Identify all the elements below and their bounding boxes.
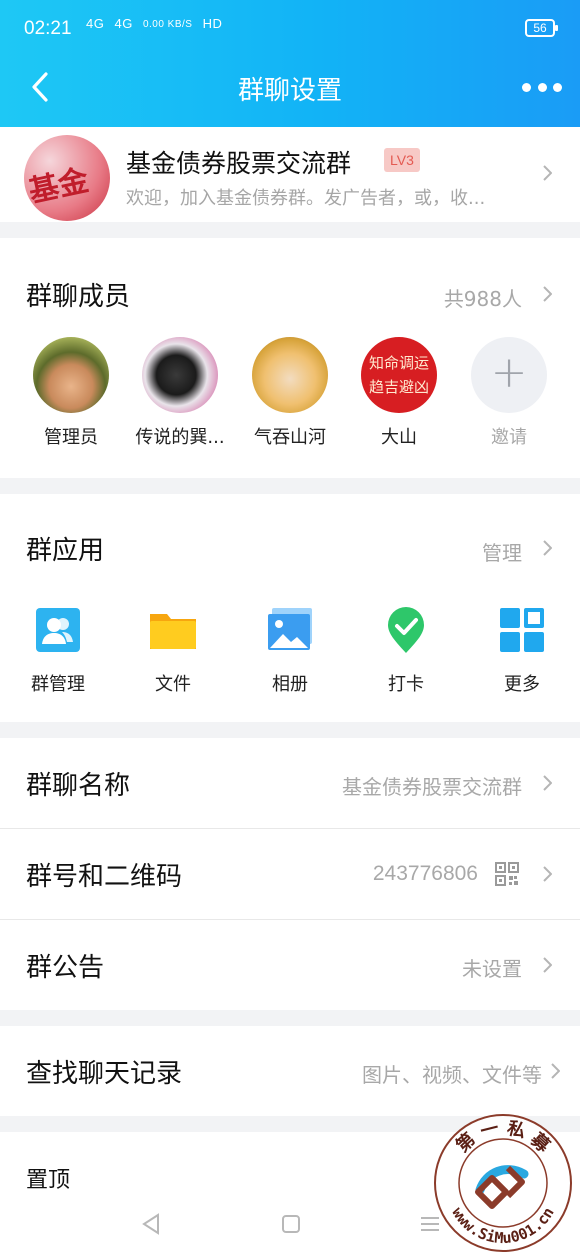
member-avatar [33, 337, 109, 413]
page-title: 群聊设置 [237, 76, 342, 106]
member-name: 管理员 [44, 427, 98, 448]
check-in-icon [382, 606, 430, 654]
row-value: 图片、视频、文件等 [362, 1063, 542, 1087]
group-manage-icon [34, 606, 82, 654]
app-label: 文件 [155, 674, 191, 695]
app-album[interactable]: 相册 [245, 606, 335, 696]
member-item[interactable]: 传说的巽... [130, 337, 230, 449]
app-label: 打卡 [388, 674, 424, 695]
chevron-right-icon[interactable] [542, 286, 552, 302]
chevron-right-icon [542, 165, 552, 181]
row-title: 群公告 [26, 953, 105, 983]
chevron-right-icon [542, 866, 552, 882]
row-title: 查找聊天记录 [26, 1059, 183, 1089]
members-count[interactable]: 共988人 [444, 283, 522, 312]
app-label: 群管理 [31, 674, 85, 695]
chevron-right-icon [542, 775, 552, 791]
more-button[interactable] [522, 80, 562, 94]
group-apps-section: 群应用 管理 群管理 文件 相册 打卡 更多 [0, 494, 580, 722]
more-dot-icon [522, 82, 531, 92]
member-avatar [142, 337, 218, 413]
network-indicators: 4G 4G 0.00 KB/S HD [86, 16, 228, 31]
watermark-logo: 第 一 私 募 www.SiMu001.cn [432, 1112, 574, 1254]
apps-title: 群应用 [26, 536, 105, 566]
app-more[interactable]: 更多 [477, 606, 567, 696]
member-avatar: 知命调运 趋吉避凶 [361, 337, 437, 413]
top-bar: 02:21 4G 4G 0.00 KB/S HD 56 群聊设置 [0, 0, 580, 127]
status-bar: 02:21 4G 4G 0.00 KB/S HD 56 [0, 0, 580, 58]
row-title: 群号和二维码 [26, 862, 183, 892]
level-badge: LV3 [384, 148, 420, 172]
member-name: 大山 [381, 427, 417, 448]
group-avatar: 基金 [24, 135, 110, 221]
member-item[interactable]: 知命调运 趋吉避凶 大山 [349, 337, 449, 449]
photo-album-icon [266, 606, 314, 654]
group-notice-row[interactable]: 群公告 未设置 [0, 920, 580, 1010]
members-section: 群聊成员 共988人 管理员 传说的巽... 气吞山河 知命调运 趋吉避凶 大山… [0, 238, 580, 478]
more-dot-icon [537, 82, 547, 92]
member-item[interactable]: 气吞山河 [240, 337, 340, 449]
status-time: 02:21 [24, 18, 72, 39]
nav-back-icon[interactable] [138, 1210, 166, 1238]
app-group-manage[interactable]: 群管理 [13, 606, 103, 696]
more-dot-icon [553, 82, 562, 92]
row-value: 243776806 [372, 862, 478, 885]
app-files[interactable]: 文件 [128, 606, 218, 696]
row-title: 群聊名称 [26, 771, 131, 801]
signal-4g-2: 4G [114, 16, 133, 31]
member-name: 传说的巽... [135, 427, 225, 448]
battery-icon: 56 [525, 19, 558, 37]
folder-icon [149, 606, 197, 654]
invite-label: 邀请 [491, 427, 527, 448]
chevron-right-icon [542, 957, 552, 973]
row-value: 未设置 [462, 957, 522, 981]
member-avatar [252, 337, 328, 413]
grid-more-icon [498, 606, 546, 654]
group-id-qr-row[interactable]: 群号和二维码 243776806 [0, 829, 580, 919]
apps-manage-link[interactable]: 管理 [482, 537, 522, 566]
group-description: 欢迎，加入基金债券群。发广告者，或，收... [126, 188, 486, 209]
nav-home-icon[interactable] [277, 1210, 305, 1238]
row-value: 基金债券股票交流群 [342, 775, 522, 799]
chevron-right-icon[interactable] [542, 540, 552, 556]
group-avatar-text: 基金 [25, 163, 92, 210]
group-name: 基金债券股票交流群 [126, 149, 352, 178]
app-label: 更多 [504, 674, 540, 695]
network-speed: 0.00 KB/S [142, 18, 193, 30]
qr-code-icon [495, 862, 519, 886]
group-info-list: 群聊名称 基金债券股票交流群 群号和二维码 243776806 群公告 未设置 [0, 738, 580, 1010]
member-item[interactable]: 管理员 [21, 337, 121, 449]
members-title: 群聊成员 [26, 282, 131, 312]
group-profile-row[interactable]: 基金 基金债券股票交流群 LV3 欢迎，加入基金债券群。发广告者，或，收... [0, 127, 580, 222]
search-history-row[interactable]: 查找聊天记录 图片、视频、文件等 [0, 1026, 580, 1116]
invite-button[interactable]: + 邀请 [459, 337, 559, 449]
hd-indicator: HD [202, 16, 223, 31]
row-title: 置顶 [26, 1168, 71, 1193]
member-name: 气吞山河 [254, 427, 326, 448]
app-check-in[interactable]: 打卡 [361, 606, 451, 696]
signal-4g-1: 4G [86, 16, 105, 31]
group-name-row[interactable]: 群聊名称 基金债券股票交流群 [0, 738, 580, 828]
app-label: 相册 [272, 674, 308, 695]
plus-icon: + [471, 337, 547, 413]
chevron-right-icon [550, 1063, 560, 1079]
